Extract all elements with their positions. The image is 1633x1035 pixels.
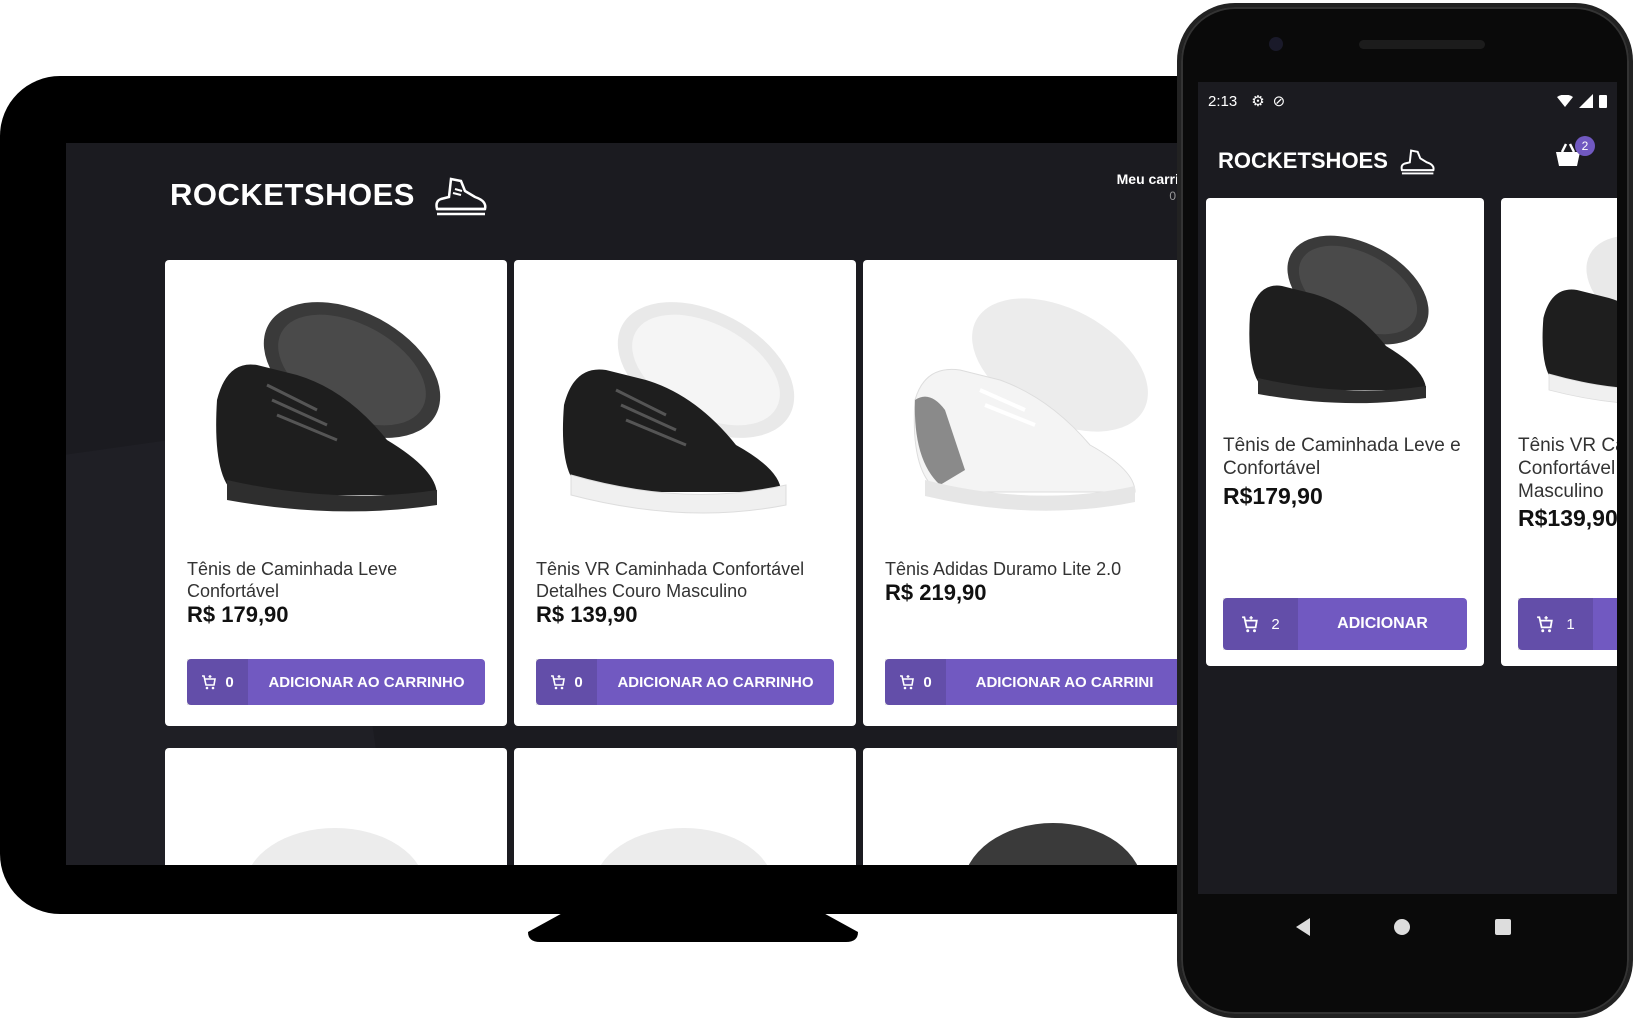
product-card: Tênis Adidas Duramo Lite 2.0 R$ 219,90 0… bbox=[863, 260, 1186, 726]
add-button[interactable]: 2 ADICIONAR bbox=[1223, 598, 1467, 650]
sync-icon: ⊘ bbox=[1272, 93, 1286, 110]
brand-logo-text[interactable]: ROCKETSHOES bbox=[170, 177, 415, 213]
product-title: Tênis Adidas Duramo Lite 2.0 bbox=[885, 559, 1122, 579]
product-image-black-sole bbox=[1249, 235, 1429, 404]
product-card bbox=[165, 748, 507, 865]
product-title: Tênis VR Caminhada Confortável Detalhes … bbox=[536, 559, 805, 601]
add-cart-icon bbox=[1242, 616, 1259, 633]
product-price: R$179,90 bbox=[1223, 483, 1323, 509]
home-icon[interactable] bbox=[1394, 918, 1411, 935]
product-image-partial bbox=[600, 828, 768, 865]
product-image-black-sole bbox=[216, 302, 441, 512]
desktop-screen: ROCKETSHOES Meu carrinh 0 iter Tênis de … bbox=[66, 143, 1186, 865]
status-time: 2:13 bbox=[1208, 92, 1238, 110]
product-price: R$139,90 bbox=[1518, 505, 1617, 531]
product-card: Tênis de Caminhada Leve Confortável R$ 1… bbox=[165, 260, 507, 726]
product-price: R$ 139,90 bbox=[536, 602, 638, 627]
cart-qty: 0 bbox=[885, 659, 946, 705]
cart-qty: 0 bbox=[187, 659, 248, 705]
monitor-stand bbox=[528, 910, 858, 950]
shoe-logo-icon bbox=[1400, 149, 1435, 175]
add-label: ADICIONAR bbox=[1337, 615, 1428, 632]
settings-icon: ⚙ bbox=[1251, 93, 1265, 110]
add-to-cart-button[interactable]: 0 ADICIONAR AO CARRINHO bbox=[187, 659, 485, 705]
mobile-phone: 2:13 ⚙ ⊘ ROCKETSHOES 2 Tênis de Caminhad… bbox=[1177, 3, 1633, 1018]
product-title: Tênis VR Ca Confortável Masculino bbox=[1518, 435, 1617, 502]
add-cart-icon bbox=[551, 675, 566, 690]
product-image-partial bbox=[968, 823, 1138, 865]
product-card bbox=[514, 748, 856, 865]
product-card: Tênis VR Ca Confortável Masculino R$139,… bbox=[1501, 198, 1617, 666]
cart-qty: 1 bbox=[1518, 598, 1593, 650]
cart-title: Meu carrinh bbox=[1116, 171, 1186, 187]
add-cart-icon bbox=[202, 675, 217, 690]
mobile-header: ROCKETSHOES 2 bbox=[1198, 120, 1617, 200]
mobile-cart-button[interactable]: 2 bbox=[1553, 136, 1595, 176]
product-image-white-sole bbox=[562, 302, 795, 514]
add-button[interactable]: 1 bbox=[1518, 598, 1617, 650]
mobile-screen: 2:13 ⚙ ⊘ ROCKETSHOES 2 Tênis de Caminhad… bbox=[1198, 82, 1617, 894]
add-to-cart-label: ADICIONAR AO CARRINHO bbox=[617, 673, 814, 691]
add-cart-icon bbox=[1537, 616, 1554, 633]
product-image-white-sole bbox=[1542, 235, 1617, 403]
signal-icon bbox=[1579, 94, 1593, 108]
cart-qty: 0 bbox=[536, 659, 597, 705]
product-card: Tênis VR Caminhada Confortável Detalhes … bbox=[514, 260, 856, 726]
product-card: Tênis de Caminhada Leve e Confortável R$… bbox=[1206, 198, 1484, 666]
front-camera bbox=[1269, 37, 1283, 51]
desktop-cart-link[interactable]: Meu carrinh 0 iter bbox=[1117, 171, 1186, 203]
back-icon[interactable] bbox=[1296, 917, 1311, 936]
product-title: Tênis de Caminhada Leve Confortável bbox=[187, 559, 398, 601]
product-price: R$ 179,90 bbox=[187, 602, 289, 627]
android-nav-bar bbox=[1194, 894, 1613, 959]
cart-badge: 2 bbox=[1575, 136, 1595, 156]
add-to-cart-button[interactable]: 0 ADICIONAR AO CARRINI bbox=[885, 659, 1183, 705]
add-to-cart-label: ADICIONAR AO CARRINHO bbox=[268, 673, 465, 691]
desktop-header: ROCKETSHOES bbox=[170, 173, 489, 217]
add-cart-icon bbox=[900, 675, 915, 690]
speaker bbox=[1359, 40, 1485, 49]
cart-count: 0 iter bbox=[1169, 189, 1186, 203]
status-bar: 2:13 ⚙ ⊘ bbox=[1198, 82, 1617, 120]
add-to-cart-button[interactable]: 0 ADICIONAR AO CARRINHO bbox=[536, 659, 834, 705]
add-to-cart-label: ADICIONAR AO CARRINI bbox=[975, 673, 1154, 691]
mobile-brand-logo[interactable]: ROCKETSHOES bbox=[1218, 146, 1436, 176]
wifi-icon bbox=[1557, 95, 1573, 107]
battery-icon bbox=[1599, 95, 1607, 108]
product-title: Tênis de Caminhada Leve e Confortável bbox=[1223, 435, 1461, 479]
product-price: R$ 219,90 bbox=[885, 580, 987, 605]
recent-apps-icon[interactable] bbox=[1494, 918, 1511, 935]
product-card bbox=[863, 748, 1186, 865]
product-image-partial bbox=[251, 828, 419, 865]
shoe-logo-icon bbox=[435, 177, 487, 216]
product-image-white-grey bbox=[913, 298, 1148, 511]
cart-qty: 2 bbox=[1223, 598, 1298, 650]
